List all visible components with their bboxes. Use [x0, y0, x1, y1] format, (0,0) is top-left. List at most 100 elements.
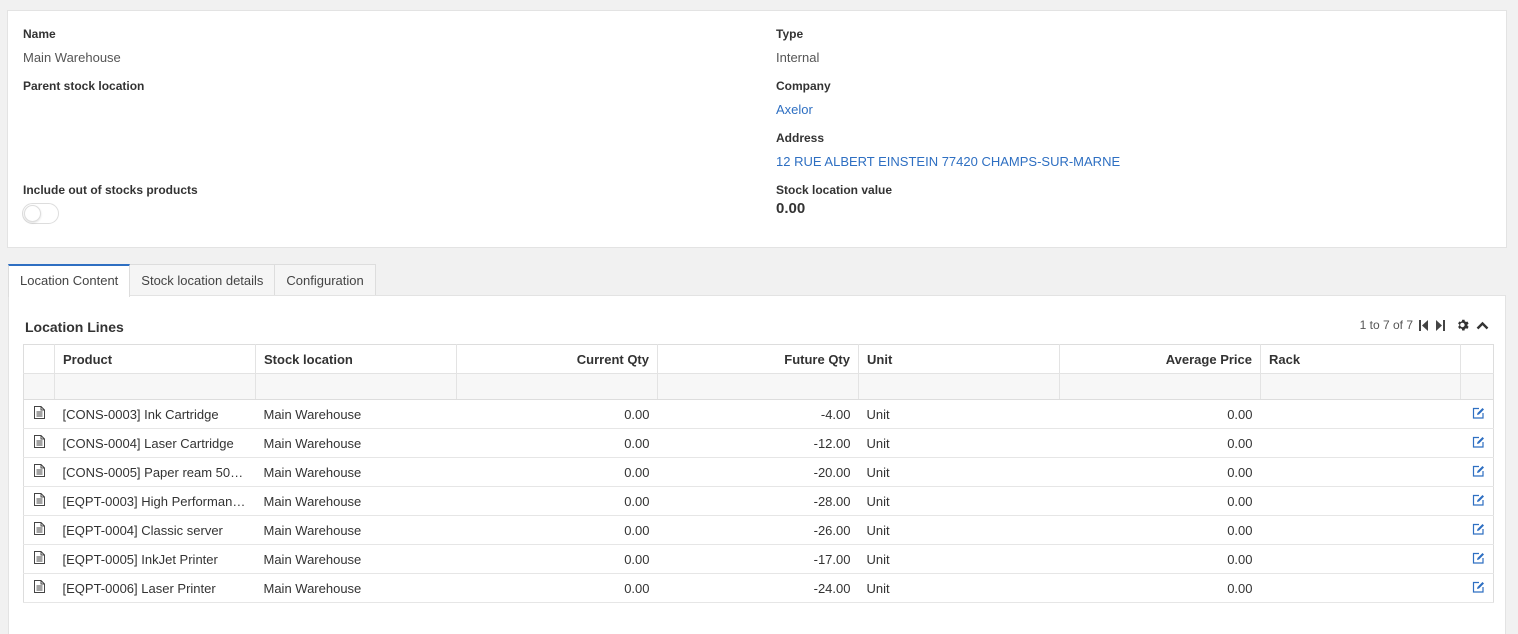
edit-icon[interactable] [1460, 399, 1494, 429]
column-header-future-qty[interactable]: Future Qty [657, 344, 859, 374]
edit-icon[interactable] [1460, 515, 1494, 545]
location-content-panel: Location Lines 1 to 7 of 7 Product Stock… [8, 295, 1506, 634]
cell-current-qty: 0.00 [456, 515, 658, 545]
include-out-of-stock-toggle[interactable] [22, 203, 59, 224]
company-link[interactable]: Axelor [776, 102, 813, 117]
cell-current-qty: 0.00 [456, 428, 658, 458]
cell-stock-location: Main Warehouse [255, 399, 457, 429]
cell-future-qty: -12.00 [657, 428, 859, 458]
address-link[interactable]: 12 RUE ALBERT EINSTEIN 77420 CHAMPS-SUR-… [776, 154, 1120, 169]
grid-filter-row [23, 373, 1494, 400]
location-lines-grid: Product Stock location Current Qty Futur… [23, 344, 1494, 603]
stock-location-form: Name Main Warehouse Parent stock locatio… [7, 10, 1507, 248]
filter-average-price[interactable] [1059, 373, 1261, 400]
cell-future-qty: -4.00 [657, 399, 859, 429]
cell-rack [1260, 399, 1461, 429]
edit-icon[interactable] [1460, 544, 1494, 574]
pager-text: 1 to 7 of 7 [1359, 318, 1413, 332]
name-label: Name [23, 27, 56, 41]
cell-product: [CONS-0005] Paper ream 500 sheets [54, 457, 256, 487]
table-row[interactable]: [EQPT-0005] InkJet Printer Main Warehous… [23, 544, 1494, 574]
cell-stock-location: Main Warehouse [255, 515, 457, 545]
table-row[interactable]: [CONS-0005] Paper ream 500 sheets Main W… [23, 457, 1494, 487]
filter-product[interactable] [54, 373, 256, 400]
tab-configuration[interactable]: Configuration [274, 264, 376, 296]
gear-icon[interactable] [1457, 319, 1470, 332]
document-icon[interactable] [23, 399, 55, 429]
name-value[interactable]: Main Warehouse [23, 50, 121, 65]
grid-header-row: Product Stock location Current Qty Futur… [23, 344, 1494, 374]
document-icon[interactable] [23, 486, 55, 516]
cell-future-qty: -20.00 [657, 457, 859, 487]
table-row[interactable]: [EQPT-0004] Classic server Main Warehous… [23, 515, 1494, 545]
edit-column-header [1460, 344, 1494, 374]
document-icon[interactable] [23, 428, 55, 458]
cell-current-qty: 0.00 [456, 573, 658, 603]
tab-location-content[interactable]: Location Content [8, 264, 131, 297]
cell-product: [EQPT-0006] Laser Printer [54, 573, 256, 603]
cell-current-qty: 0.00 [456, 399, 658, 429]
cell-rack [1260, 544, 1461, 574]
column-header-stock-location[interactable]: Stock location [255, 344, 457, 374]
include-out-of-stock-label: Include out of stocks products [23, 183, 198, 197]
table-row[interactable]: [EQPT-0003] High Performance Server Main… [23, 486, 1494, 516]
document-icon[interactable] [23, 544, 55, 574]
cell-unit: Unit [858, 486, 1060, 516]
type-value[interactable]: Internal [776, 50, 819, 65]
cell-average-price: 0.00 [1059, 457, 1261, 487]
cell-rack [1260, 515, 1461, 545]
cell-average-price: 0.00 [1059, 399, 1261, 429]
cell-unit: Unit [858, 515, 1060, 545]
location-lines-title: Location Lines [25, 319, 124, 335]
cell-product: [EQPT-0003] High Performance Server [54, 486, 256, 516]
filter-stock-location[interactable] [255, 373, 457, 400]
stock-value-label: Stock location value [776, 183, 893, 197]
cell-stock-location: Main Warehouse [255, 544, 457, 574]
document-icon[interactable] [23, 457, 55, 487]
table-row[interactable]: [EQPT-0006] Laser Printer Main Warehouse… [23, 573, 1494, 603]
cell-product: [CONS-0003] Ink Cartridge [54, 399, 256, 429]
cell-unit: Unit [858, 399, 1060, 429]
tab-stock-location-details[interactable]: Stock location details [129, 264, 276, 296]
toggle-knob [24, 205, 41, 222]
column-header-current-qty[interactable]: Current Qty [456, 344, 658, 374]
cell-future-qty: -24.00 [657, 573, 859, 603]
table-row[interactable]: [CONS-0003] Ink Cartridge Main Warehouse… [23, 399, 1494, 429]
address-label: Address [776, 131, 825, 145]
cell-average-price: 0.00 [1059, 515, 1261, 545]
edit-icon[interactable] [1460, 573, 1494, 603]
select-column-header [23, 344, 55, 374]
cell-stock-location: Main Warehouse [255, 573, 457, 603]
table-row[interactable]: [CONS-0004] Laser Cartridge Main Warehou… [23, 428, 1494, 458]
column-header-unit[interactable]: Unit [858, 344, 1060, 374]
cell-rack [1260, 573, 1461, 603]
edit-icon[interactable] [1460, 486, 1494, 516]
edit-icon[interactable] [1460, 428, 1494, 458]
column-header-average-price[interactable]: Average Price [1059, 344, 1261, 374]
column-header-rack[interactable]: Rack [1260, 344, 1461, 374]
cell-future-qty: -26.00 [657, 515, 859, 545]
cell-average-price: 0.00 [1059, 428, 1261, 458]
type-label: Type [776, 27, 804, 41]
column-header-product[interactable]: Product [54, 344, 256, 374]
cell-unit: Unit [858, 544, 1060, 574]
cell-future-qty: -28.00 [657, 486, 859, 516]
first-page-icon[interactable] [1419, 319, 1429, 331]
filter-future-qty[interactable] [657, 373, 859, 400]
cell-average-price: 0.00 [1059, 573, 1261, 603]
edit-icon[interactable] [1460, 457, 1494, 487]
cell-current-qty: 0.00 [456, 457, 658, 487]
tab-bar: Location Content Stock location details … [8, 264, 376, 297]
filter-rack[interactable] [1260, 373, 1461, 400]
cell-current-qty: 0.00 [456, 544, 658, 574]
cell-unit: Unit [858, 573, 1060, 603]
document-icon[interactable] [23, 573, 55, 603]
company-label: Company [776, 79, 831, 93]
document-icon[interactable] [23, 515, 55, 545]
last-page-icon[interactable] [1435, 319, 1445, 331]
chevron-up-icon[interactable] [1476, 321, 1489, 330]
filter-cell [23, 373, 55, 400]
cell-product: [EQPT-0005] InkJet Printer [54, 544, 256, 574]
filter-current-qty[interactable] [456, 373, 658, 400]
filter-unit[interactable] [858, 373, 1060, 400]
